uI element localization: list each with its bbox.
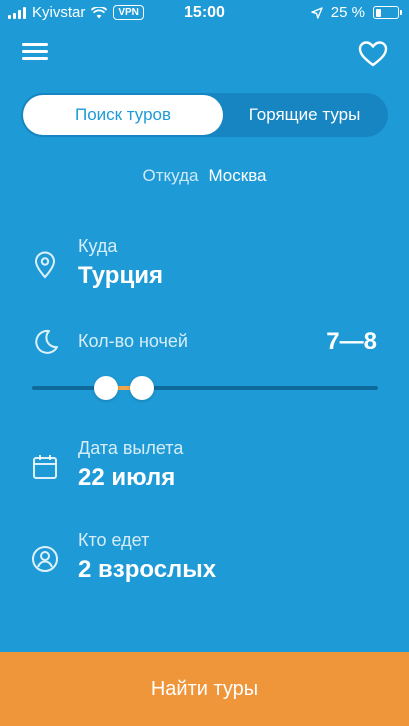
find-tours-button[interactable]: Найти туры: [0, 652, 409, 726]
tab-search-tours[interactable]: Поиск туров: [23, 95, 223, 135]
nights-slider[interactable]: [32, 376, 378, 400]
destination-row[interactable]: Куда Турция: [30, 236, 379, 296]
travelers-row[interactable]: Кто едет 2 взрослых: [30, 530, 379, 590]
origin-row: Откуда Москва: [0, 166, 409, 186]
destination-label: Куда: [78, 236, 118, 256]
nights-value: 7—8: [326, 328, 377, 355]
moon-icon: [35, 329, 58, 354]
status-right: 25 %: [311, 4, 402, 21]
menu-icon-line: [22, 43, 48, 46]
tab-switcher: Горящие туры Поиск туров: [21, 93, 388, 137]
departure-label: Дата вылета: [78, 438, 184, 458]
location-pin-icon: [34, 251, 56, 279]
nights-label: Кол-во ночей: [78, 331, 188, 351]
destination-value: Турция: [78, 262, 163, 289]
travelers-label: Кто едет: [78, 530, 150, 550]
calendar-icon: [33, 455, 57, 479]
person-icon: [32, 546, 58, 572]
departure-value: 22 июля: [78, 464, 176, 491]
menu-icon-line: [22, 57, 48, 60]
travelers-value: 2 взрослых: [78, 556, 217, 583]
slider-max-handle[interactable]: [130, 376, 154, 400]
heart-icon[interactable]: [357, 38, 389, 70]
location-arrow-icon: [311, 6, 323, 19]
origin-label: Откуда: [142, 166, 199, 185]
battery-icon: [373, 6, 402, 19]
departure-row[interactable]: Дата вылета 22 июля: [30, 438, 379, 498]
status-bar: Kyivstar VPN 15:00 25 %: [0, 0, 409, 26]
slider-min-handle[interactable]: [94, 376, 118, 400]
origin-value[interactable]: Москва: [208, 166, 266, 185]
battery-percent: 25 %: [330, 4, 365, 21]
menu-button[interactable]: [22, 40, 50, 64]
menu-icon-line: [22, 50, 48, 53]
tab-hot-tours[interactable]: Горящие туры: [221, 93, 388, 137]
